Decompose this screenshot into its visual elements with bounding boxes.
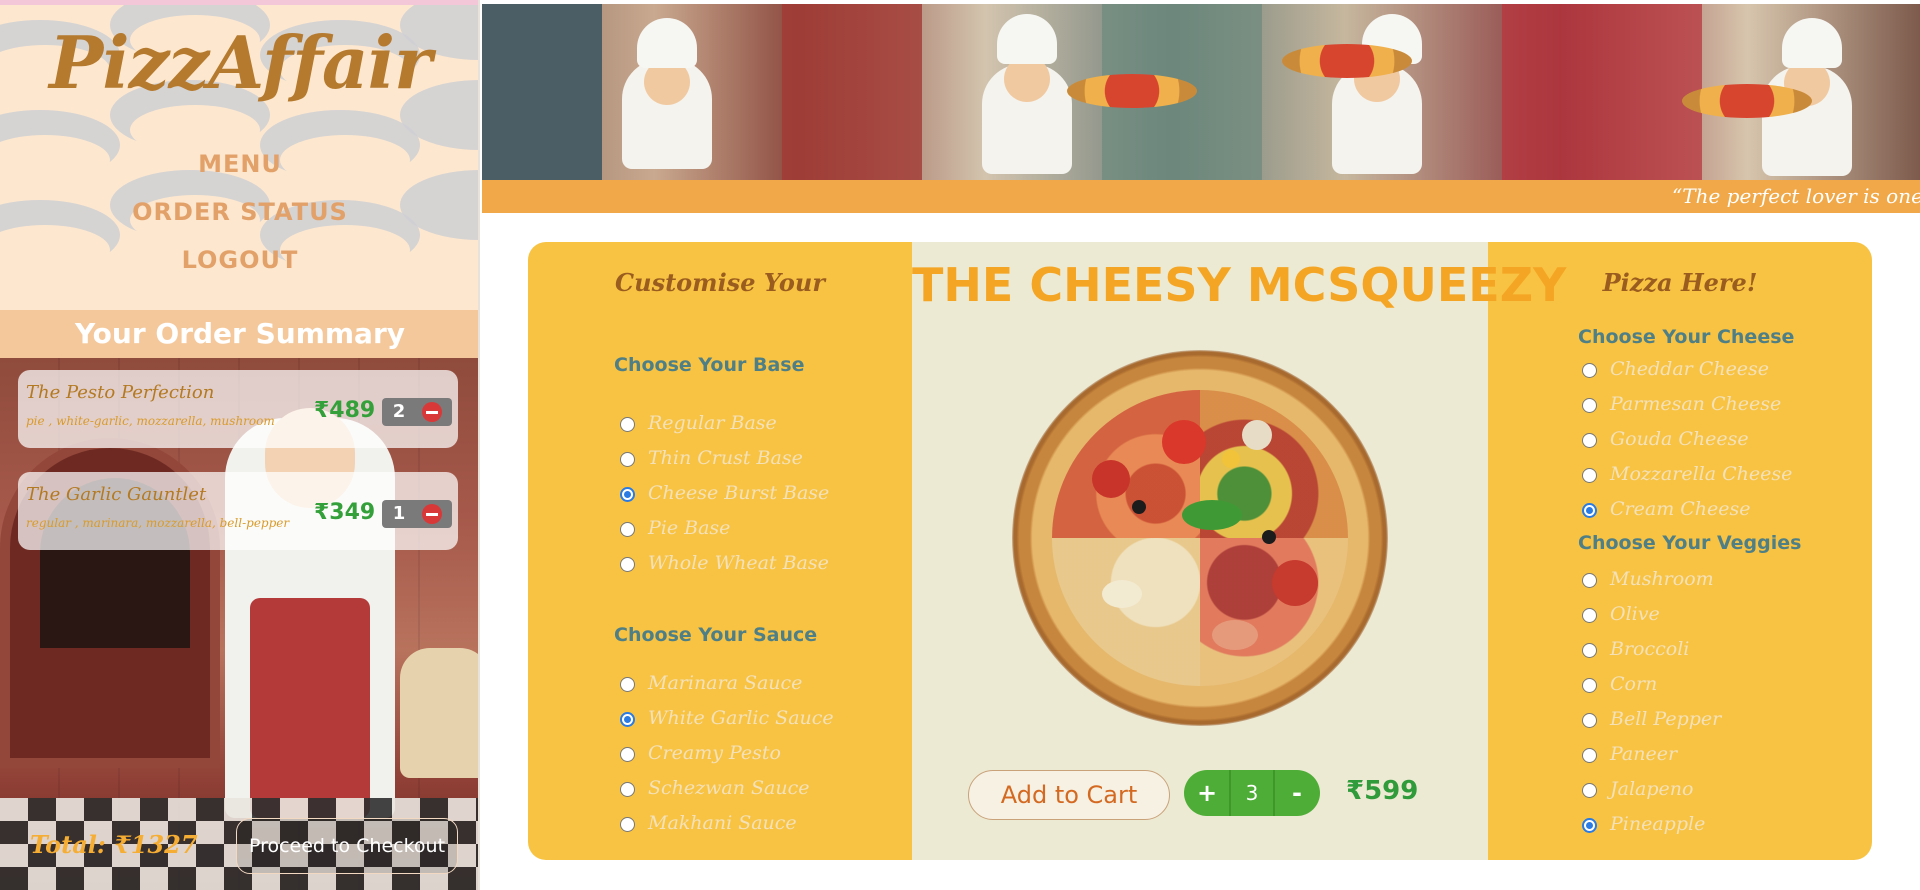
quantity-stepper: + 3 - — [1184, 770, 1320, 816]
order-total: Total: ₹1327 — [30, 830, 198, 859]
option-label: Jalapeno — [1610, 778, 1694, 800]
option-label: Pineapple — [1610, 813, 1706, 835]
radio-button-selected[interactable] — [620, 712, 635, 727]
option-label: Cheese Burst Base — [648, 482, 830, 504]
radio-button-selected[interactable] — [1582, 818, 1597, 833]
order-item-qty-value: 1 — [392, 503, 406, 524]
option-label: Schezwan Sauce — [648, 777, 810, 799]
brand-logo[interactable]: PizzAffair — [0, 20, 478, 105]
radio-button[interactable] — [620, 522, 635, 537]
radio-button-selected[interactable] — [1582, 503, 1597, 518]
customise-heading: Customise Your — [615, 268, 825, 297]
nav-menu[interactable]: MENU — [0, 150, 478, 178]
option-label: Cheddar Cheese — [1610, 358, 1770, 380]
add-to-cart-button[interactable]: Add to Cart — [968, 770, 1170, 820]
pizza-image — [1012, 350, 1388, 726]
nav-order-status[interactable]: ORDER STATUS — [0, 198, 478, 226]
option-label: Gouda Cheese — [1610, 428, 1749, 450]
order-item-quantity: 2 — [382, 398, 452, 426]
option-label: Olive — [1610, 603, 1660, 625]
sidebar: PizzAffair MENU ORDER STATUS LOGOUT Your… — [0, 0, 480, 890]
option-label: Cream Cheese — [1610, 498, 1751, 520]
radio-button[interactable] — [620, 677, 635, 692]
order-item-qty-value: 2 — [392, 401, 406, 422]
order-item-price: ₹349 — [314, 500, 376, 525]
option-label: Pie Base — [648, 517, 731, 539]
radio-button[interactable] — [1582, 573, 1597, 588]
order-item-name: The Pesto Perfection — [26, 382, 215, 403]
order-item-price: ₹489 — [314, 398, 376, 423]
option-label: Bell Pepper — [1610, 708, 1722, 730]
order-summary-title: Your Order Summary — [0, 310, 478, 358]
pizza-preview-panel: THE CHEESY MCSQUEEZY Add to Cart + 3 - ₹… — [912, 242, 1567, 860]
option-label: Marinara Sauce — [648, 672, 803, 694]
radio-button[interactable] — [620, 557, 635, 572]
radio-button[interactable] — [1582, 678, 1597, 693]
radio-button[interactable] — [1582, 643, 1597, 658]
pizza-builder-card: Customise Your Choose Your Base Regular … — [528, 242, 1872, 860]
increment-button[interactable]: + — [1186, 770, 1228, 816]
quantity-value: 3 — [1229, 770, 1275, 816]
sauce-group-title: Choose Your Sauce — [614, 624, 818, 646]
nav-logout[interactable]: LOGOUT — [0, 246, 478, 274]
option-label: Corn — [1610, 673, 1658, 695]
option-label: White Garlic Sauce — [648, 707, 834, 729]
radio-button[interactable] — [1582, 398, 1597, 413]
pizza-name: THE CHEESY MCSQUEEZY — [912, 258, 1567, 312]
radio-button[interactable] — [620, 417, 635, 432]
option-label: Whole Wheat Base — [648, 552, 829, 574]
pizza-price: ₹599 — [1346, 776, 1419, 806]
radio-button[interactable] — [1582, 363, 1597, 378]
option-label: Makhani Sauce — [648, 812, 797, 834]
veggies-group-title: Choose Your Veggies — [1578, 532, 1802, 554]
radio-button[interactable] — [620, 817, 635, 832]
quote-ticker: “The perfect lover is one w — [482, 180, 1920, 213]
option-label: Paneer — [1610, 743, 1678, 765]
radio-button[interactable] — [1582, 713, 1597, 728]
radio-button[interactable] — [1582, 608, 1597, 623]
remove-item-icon[interactable] — [422, 402, 442, 422]
option-label: Thin Crust Base — [648, 447, 803, 469]
option-label: Parmesan Cheese — [1610, 393, 1782, 415]
option-label: Creamy Pesto — [648, 742, 781, 764]
radio-button[interactable] — [620, 747, 635, 762]
radio-button[interactable] — [1582, 748, 1597, 763]
option-label: Mozzarella Cheese — [1610, 463, 1793, 485]
order-item: The Garlic Gauntlet regular , marinara, … — [18, 472, 458, 550]
pizza-here-heading: Pizza Here! — [1602, 268, 1758, 297]
order-item-description: pie , white-garlic, mozzarella, mushroom — [26, 414, 275, 428]
decrement-button[interactable]: - — [1276, 770, 1318, 816]
remove-item-icon[interactable] — [422, 504, 442, 524]
radio-button[interactable] — [620, 782, 635, 797]
order-item-name: The Garlic Gauntlet — [26, 484, 207, 505]
radio-button[interactable] — [1582, 433, 1597, 448]
radio-button[interactable] — [620, 452, 635, 467]
hero-banner-illustration — [482, 4, 1920, 180]
radio-button[interactable] — [1582, 468, 1597, 483]
quote-text: “The perfect lover is one w — [1672, 184, 1920, 208]
order-item-description: regular , marinara, mozzarella, bell-pep… — [26, 516, 290, 530]
option-label: Regular Base — [648, 412, 777, 434]
cheese-group-title: Choose Your Cheese — [1578, 326, 1795, 348]
order-item-quantity: 1 — [382, 500, 452, 528]
base-group-title: Choose Your Base — [614, 354, 805, 376]
radio-button[interactable] — [1582, 783, 1597, 798]
radio-button-selected[interactable] — [620, 487, 635, 502]
option-label: Broccoli — [1610, 638, 1690, 660]
option-label: Mushroom — [1610, 568, 1714, 590]
checkout-button[interactable]: Proceed to Checkout — [236, 818, 458, 874]
order-item: The Pesto Perfection pie , white-garlic,… — [18, 370, 458, 448]
